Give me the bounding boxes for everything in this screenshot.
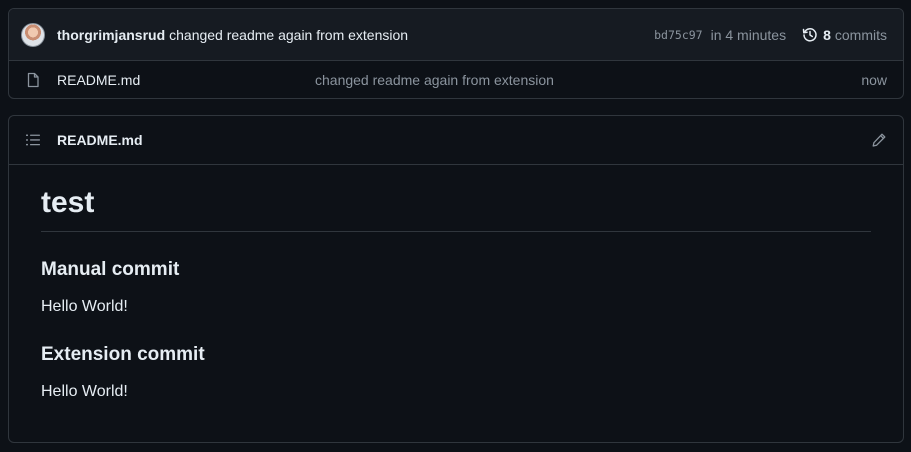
- history-icon: [802, 27, 817, 42]
- commits-history-link[interactable]: 8 commits: [802, 27, 887, 43]
- file-commit-message-link[interactable]: changed readme again from extension: [315, 72, 554, 88]
- readme-title: README.md: [57, 132, 143, 148]
- commit-author-link[interactable]: thorgrimjansrud: [57, 27, 165, 43]
- file-commit-time: now: [861, 72, 887, 88]
- readme-paragraph: Hello World!: [41, 298, 128, 315]
- readme-header: README.md: [9, 116, 903, 165]
- outline-button[interactable]: [25, 132, 41, 148]
- file-row: README.md changed readme again from exte…: [9, 61, 903, 98]
- readme-heading-1: test: [41, 185, 871, 232]
- list-icon: [26, 134, 40, 146]
- readme-heading-2: Manual commit: [41, 259, 180, 280]
- latest-commit-box: thorgrimjansrud changed readme again fro…: [8, 8, 904, 99]
- edit-button[interactable]: [871, 132, 887, 148]
- file-icon: [27, 72, 39, 88]
- commit-header: thorgrimjansrud changed readme again fro…: [9, 9, 903, 61]
- file-name-link[interactable]: README.md: [57, 72, 315, 88]
- readme-heading-2: Extension commit: [41, 344, 205, 365]
- readme-content: test Manual commit Hello World! Extensio…: [9, 165, 903, 402]
- readme-box: README.md test Manual commit Hello World…: [8, 115, 904, 443]
- commit-message-link[interactable]: changed readme again from extension: [169, 27, 408, 43]
- commit-sha-link[interactable]: bd75c97: [654, 28, 702, 42]
- readme-paragraph: Hello World!: [41, 383, 128, 400]
- commit-count: 8: [823, 26, 831, 43]
- avatar[interactable]: [21, 22, 45, 47]
- commits-label: commits: [834, 26, 887, 43]
- pencil-icon: [872, 133, 886, 147]
- commit-time: in 4 minutes: [710, 26, 787, 43]
